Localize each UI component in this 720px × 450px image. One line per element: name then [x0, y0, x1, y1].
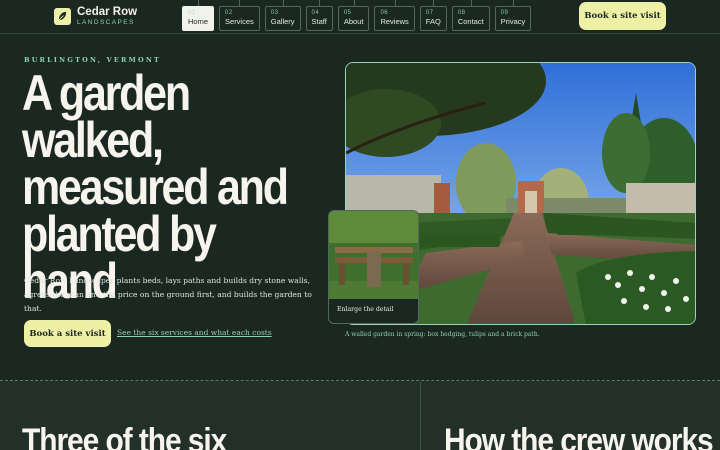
nav-item-faq[interactable]: 07 FAQ — [419, 0, 447, 31]
main-nav: 01 Home 02 Services 03 Gallery 04 Staff 05 Ab… — [182, 0, 532, 31]
nav-num: 02 — [225, 10, 233, 16]
hero-intro: Cedar Row Landscapes plants beds, lays p… — [24, 276, 312, 313]
brand-logo[interactable]: Cedar Row LANDSCAPES — [54, 6, 138, 26]
nav-num: 06 — [380, 10, 389, 16]
site-header: Cedar Row LANDSCAPES 01 Home 02 Services 0… — [0, 0, 720, 34]
nav-item-home[interactable]: 01 Home — [182, 0, 215, 31]
services-section-title: Three of the six — [22, 422, 227, 450]
nav-num: 07 — [425, 10, 434, 16]
nav-num: 09 — [500, 10, 509, 16]
enlarge-detail-label: Enlarge the detail — [337, 306, 394, 313]
nav-item-services[interactable]: 02 Services — [219, 0, 260, 31]
nav-item-about[interactable]: 05 About — [337, 0, 370, 31]
nav-label: Contact — [457, 17, 484, 26]
nav-item-contact[interactable]: 08 Contact — [451, 0, 490, 31]
nav-label: Gallery — [270, 17, 295, 26]
nav-num: 05 — [343, 10, 352, 16]
nav-item-staff[interactable]: 04 Staff — [305, 0, 333, 31]
crew-section-title: How the crew works — [444, 422, 714, 450]
nav-label: Staff — [311, 17, 327, 26]
photo-caption: A walled garden in spring: box hedging, … — [345, 331, 540, 338]
nav-item-privacy[interactable]: 09 Privacy — [494, 0, 532, 31]
nav-num: 03 — [270, 10, 279, 16]
nav-label: Reviews — [380, 17, 409, 26]
book-visit-header-button[interactable]: Book a site visit — [579, 2, 666, 30]
nav-item-reviews[interactable]: 06 Reviews — [374, 0, 415, 31]
brand-name: Cedar Row — [77, 6, 138, 18]
nav-num: 04 — [311, 10, 320, 16]
enlarge-detail-card[interactable]: Enlarge the detail — [328, 210, 419, 324]
nav-label: Home — [188, 17, 209, 26]
book-visit-button[interactable]: Book a site visit — [24, 320, 111, 347]
services-link[interactable]: See the six services and what each costs — [117, 328, 272, 337]
nav-label: FAQ — [425, 17, 441, 26]
brand-tagline: LANDSCAPES — [77, 18, 135, 26]
nav-num: 01 — [188, 10, 196, 16]
nav-item-gallery[interactable]: 03 Gallery — [264, 0, 301, 31]
column-separator — [420, 381, 421, 450]
nav-label: Services — [225, 17, 254, 26]
location-eyebrow: BURLINGTON, VERMONT — [24, 56, 162, 64]
nav-num: 08 — [457, 10, 466, 16]
nav-label: About — [343, 17, 364, 26]
bench-detail-image — [329, 211, 418, 299]
leaf-icon — [54, 8, 71, 25]
nav-label: Privacy — [500, 17, 526, 26]
page-title: A garden walked, measured and planted by… — [22, 65, 289, 309]
